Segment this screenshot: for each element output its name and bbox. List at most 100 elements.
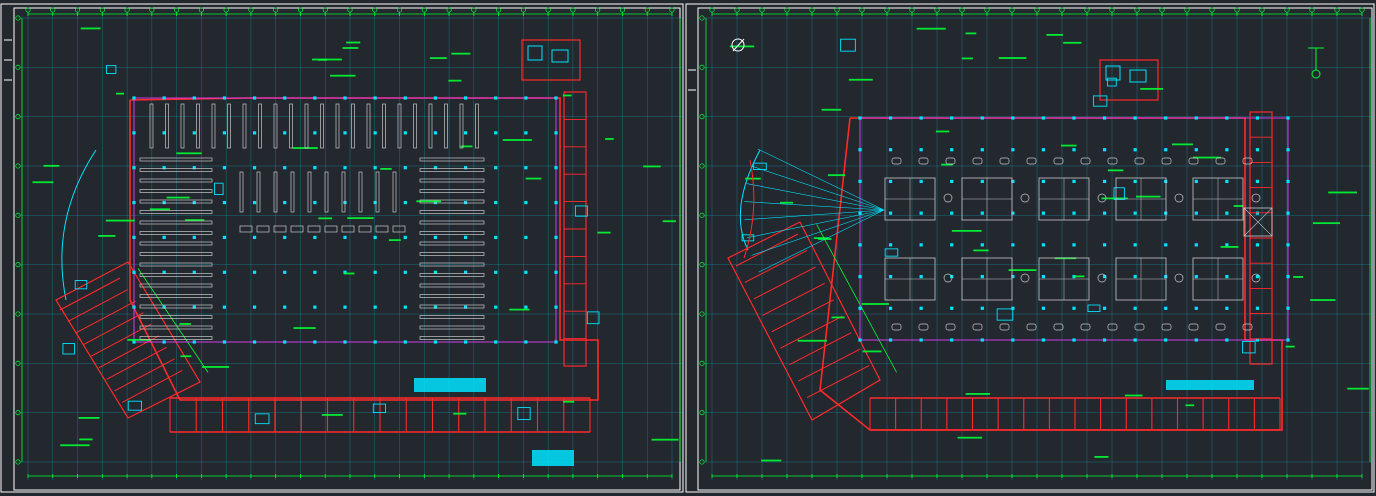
structural-column <box>192 96 196 100</box>
structural-column <box>1072 211 1076 215</box>
structural-column <box>494 340 498 344</box>
structural-column <box>1133 148 1137 152</box>
structural-column <box>1255 116 1260 120</box>
structural-column <box>1286 338 1290 342</box>
annotation-text-line <box>293 327 316 329</box>
structural-column <box>252 166 257 170</box>
structural-column <box>524 166 528 170</box>
structural-column <box>1041 338 1046 342</box>
structural-column <box>1286 116 1290 120</box>
annotation-text-line <box>346 41 361 44</box>
structural-column <box>192 340 196 344</box>
structural-column <box>403 131 407 135</box>
annotation-text-line <box>1293 276 1304 278</box>
annotation-text-line <box>460 145 473 148</box>
structural-column <box>980 211 984 215</box>
structural-column <box>132 305 136 309</box>
annotation-text-line <box>662 220 676 223</box>
structural-column <box>494 200 498 205</box>
annotation-text-line <box>729 45 755 48</box>
annotation-text-line <box>180 355 192 358</box>
structural-column <box>222 235 227 240</box>
annotation-text-line <box>451 52 471 55</box>
annotation-text-line <box>562 94 572 97</box>
structural-column <box>1286 211 1290 215</box>
structural-column <box>1102 116 1107 120</box>
annotation-text-line <box>651 438 679 441</box>
structural-column <box>463 235 468 240</box>
structural-column <box>1102 243 1107 247</box>
annotation-text-line <box>1185 404 1195 407</box>
structural-column <box>1164 338 1168 342</box>
structural-column <box>283 235 287 240</box>
structural-column <box>1286 243 1290 247</box>
structural-column <box>132 131 136 135</box>
structural-column <box>222 131 227 135</box>
structural-column <box>1225 179 1229 184</box>
annotation-text-line <box>1046 33 1063 36</box>
structural-column <box>132 235 136 240</box>
structural-column <box>313 200 317 205</box>
structural-column <box>524 270 528 274</box>
structural-column <box>283 305 287 309</box>
cad-drawing-canvas <box>0 0 1376 496</box>
structural-column <box>222 340 227 344</box>
structural-column <box>433 96 438 100</box>
structural-column <box>1133 211 1137 215</box>
structural-column <box>162 200 166 205</box>
annotation-text-line <box>861 303 889 305</box>
structural-column <box>888 116 893 120</box>
structural-column <box>980 179 984 184</box>
structural-column <box>980 306 984 310</box>
annotation-text-line <box>60 444 90 447</box>
structural-column <box>252 305 257 309</box>
structural-column <box>373 340 377 344</box>
structural-column <box>132 166 136 170</box>
structural-column <box>313 166 317 170</box>
annotation-text-line <box>957 436 983 439</box>
structural-column <box>888 148 893 152</box>
structural-column <box>950 116 954 120</box>
structural-column <box>162 235 166 240</box>
structural-column <box>1286 306 1290 310</box>
annotation-text-line <box>597 231 611 234</box>
structural-column <box>373 305 377 309</box>
annotation-text-line <box>321 414 343 416</box>
annotation-text-line <box>1312 222 1340 225</box>
annotation-text-line <box>916 27 946 30</box>
structural-column <box>192 131 196 135</box>
structural-column <box>1194 179 1198 184</box>
structural-column <box>858 274 862 279</box>
model-space-background <box>0 0 1376 496</box>
annotation-text-line <box>343 272 355 275</box>
structural-column <box>1194 211 1198 215</box>
annotation-text-line <box>1220 246 1239 248</box>
structural-column <box>950 211 954 215</box>
structural-column <box>1133 116 1137 120</box>
structural-column <box>1041 116 1046 120</box>
structural-column <box>433 340 438 344</box>
structural-column <box>888 338 893 342</box>
structural-column <box>1072 116 1076 120</box>
structural-column <box>919 274 923 279</box>
structural-column <box>132 96 136 100</box>
structural-column <box>1286 274 1290 279</box>
annotation-text-line <box>453 412 467 415</box>
structural-column <box>252 96 257 100</box>
annotation-text-line <box>176 152 202 155</box>
structural-column <box>313 131 317 135</box>
structural-column <box>1286 179 1290 184</box>
structural-column <box>858 148 862 152</box>
structural-column <box>919 148 923 152</box>
structural-column <box>950 243 954 247</box>
structural-column <box>980 338 984 342</box>
structural-column <box>1041 243 1046 247</box>
structural-column <box>1255 243 1260 247</box>
annotation-text-line <box>831 316 845 319</box>
structural-column <box>343 235 347 240</box>
annotation-text-line <box>1094 455 1109 458</box>
structural-column <box>373 166 377 170</box>
structural-column <box>888 306 893 310</box>
structural-column <box>313 235 317 240</box>
annotation-text-line <box>318 217 333 220</box>
